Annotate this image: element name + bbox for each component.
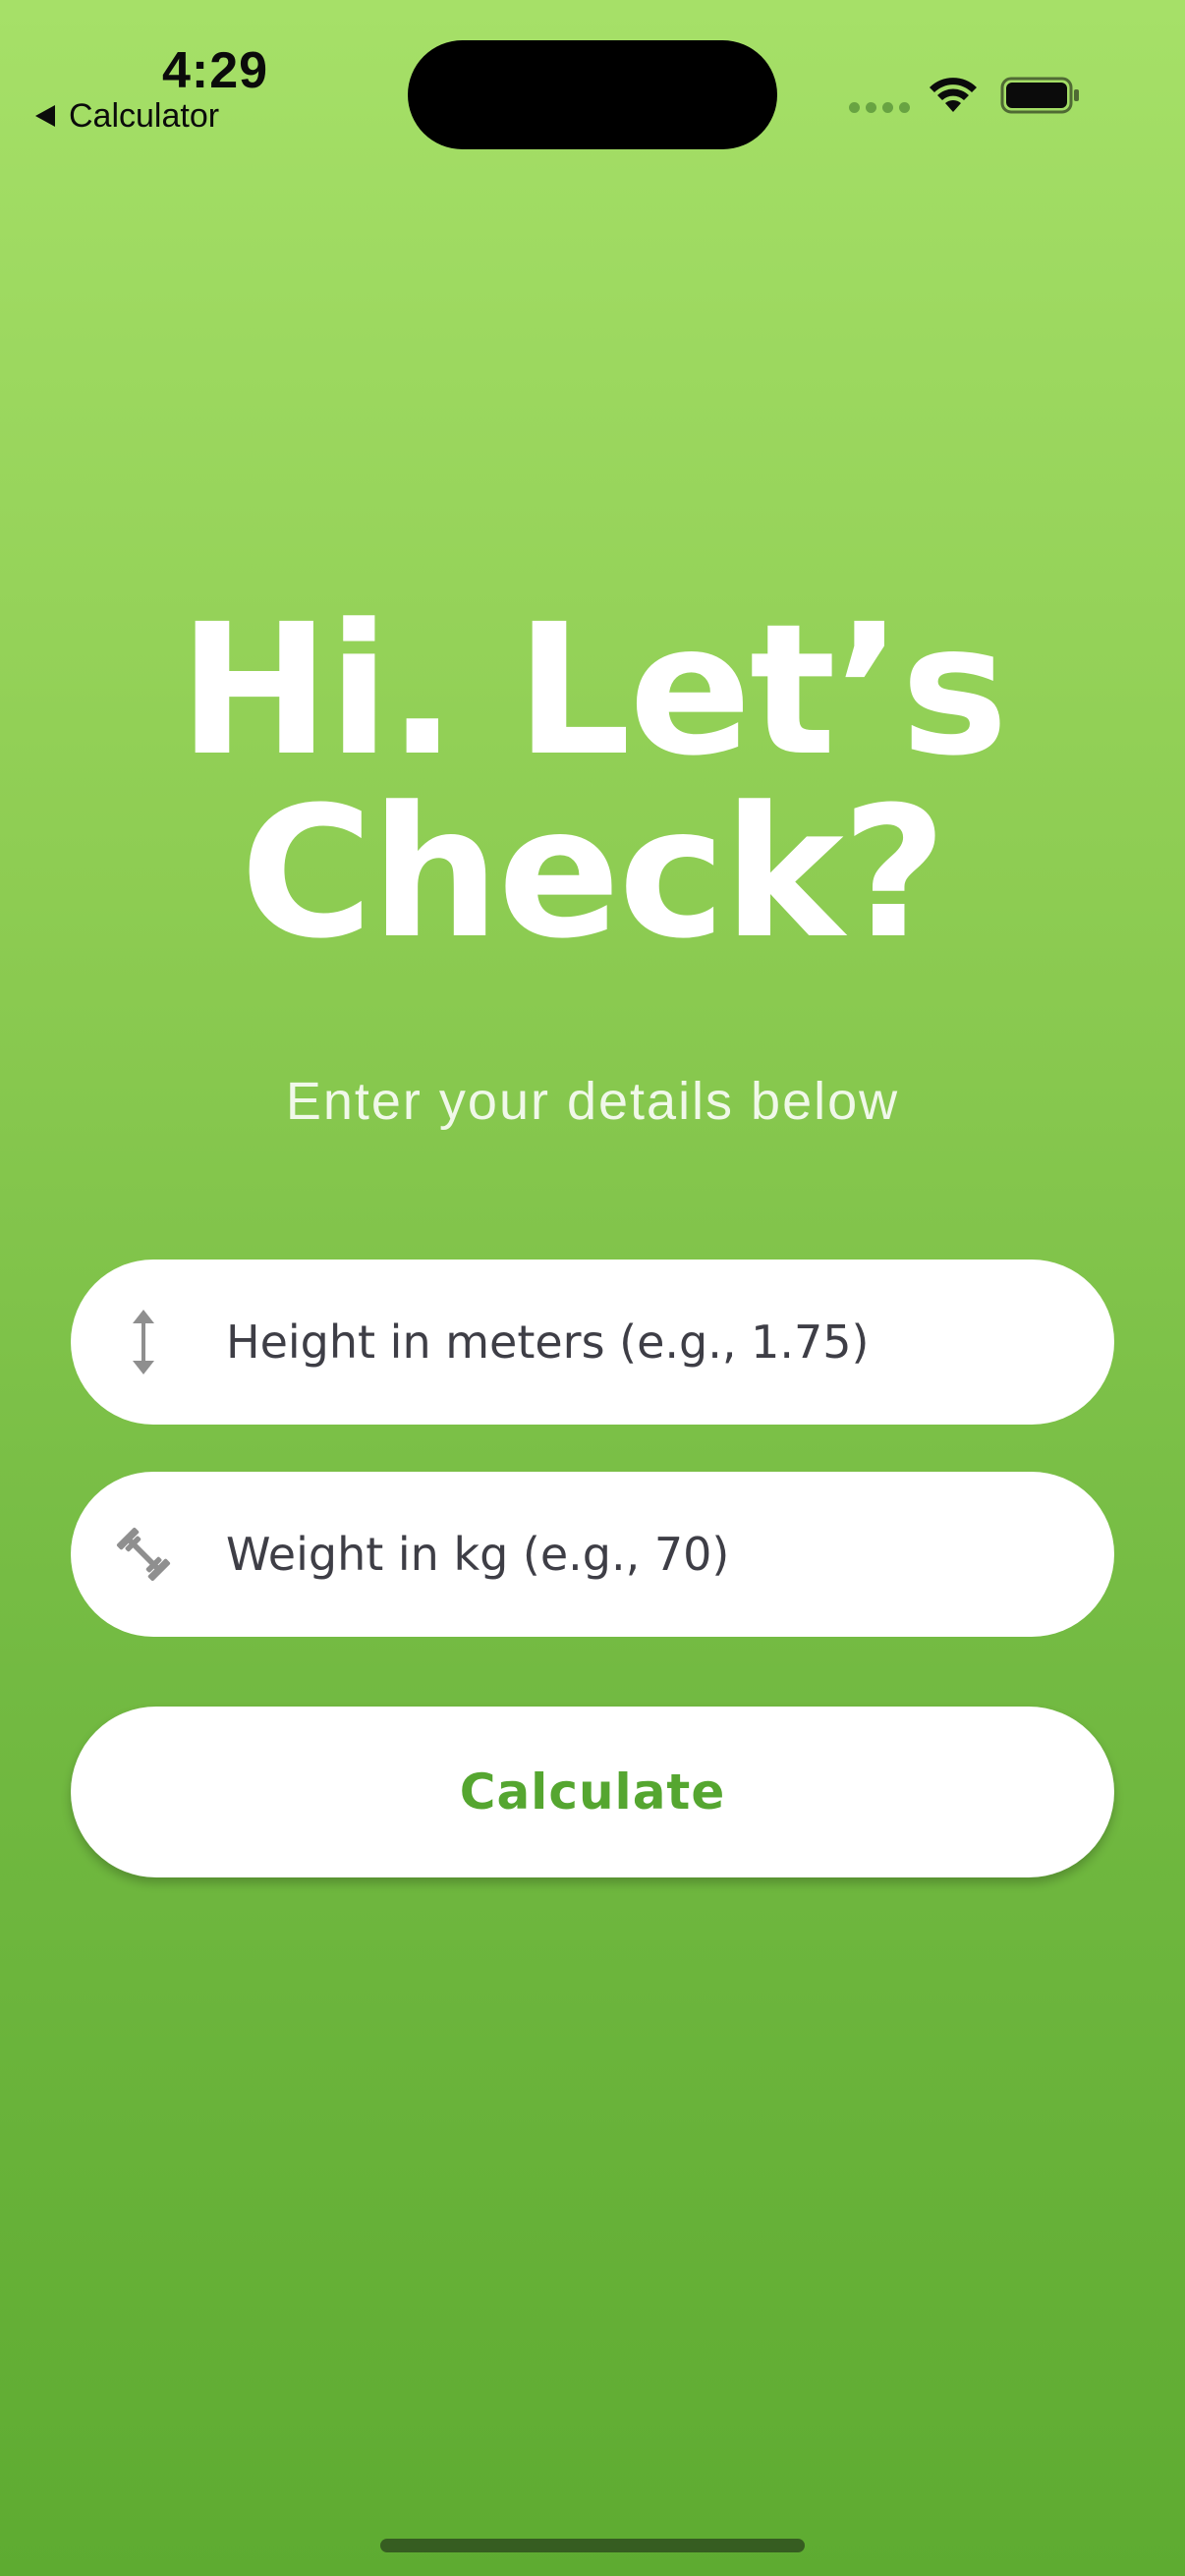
vertical-arrows-icon (114, 1307, 173, 1377)
back-link-label: Calculator (69, 96, 220, 135)
height-field[interactable] (71, 1260, 1114, 1425)
bmi-screen: 4:29 Calculator Hi. Let’s Check? Enter y… (0, 0, 1185, 2576)
status-time: 4:29 (162, 42, 269, 99)
battery-icon (1000, 77, 1079, 114)
dumbbell-icon (114, 1519, 173, 1590)
wifi-icon (930, 78, 977, 112)
title-line-2: Check? (240, 768, 947, 979)
weight-field[interactable] (71, 1472, 1114, 1637)
page-title: Hi. Let’s Check? (0, 599, 1185, 965)
back-caret-icon (35, 105, 55, 127)
page-subtitle: Enter your details below (285, 1072, 900, 1131)
height-input[interactable] (226, 1260, 1055, 1425)
weight-input[interactable] (226, 1472, 1055, 1637)
cellular-signal-icon (849, 102, 910, 113)
title-line-1: Hi. Let’s (178, 586, 1008, 796)
home-indicator[interactable] (380, 2539, 805, 2552)
back-to-calculator-link[interactable]: Calculator (35, 96, 219, 136)
calculate-button[interactable]: Calculate (71, 1707, 1114, 1877)
dynamic-island (408, 40, 777, 149)
